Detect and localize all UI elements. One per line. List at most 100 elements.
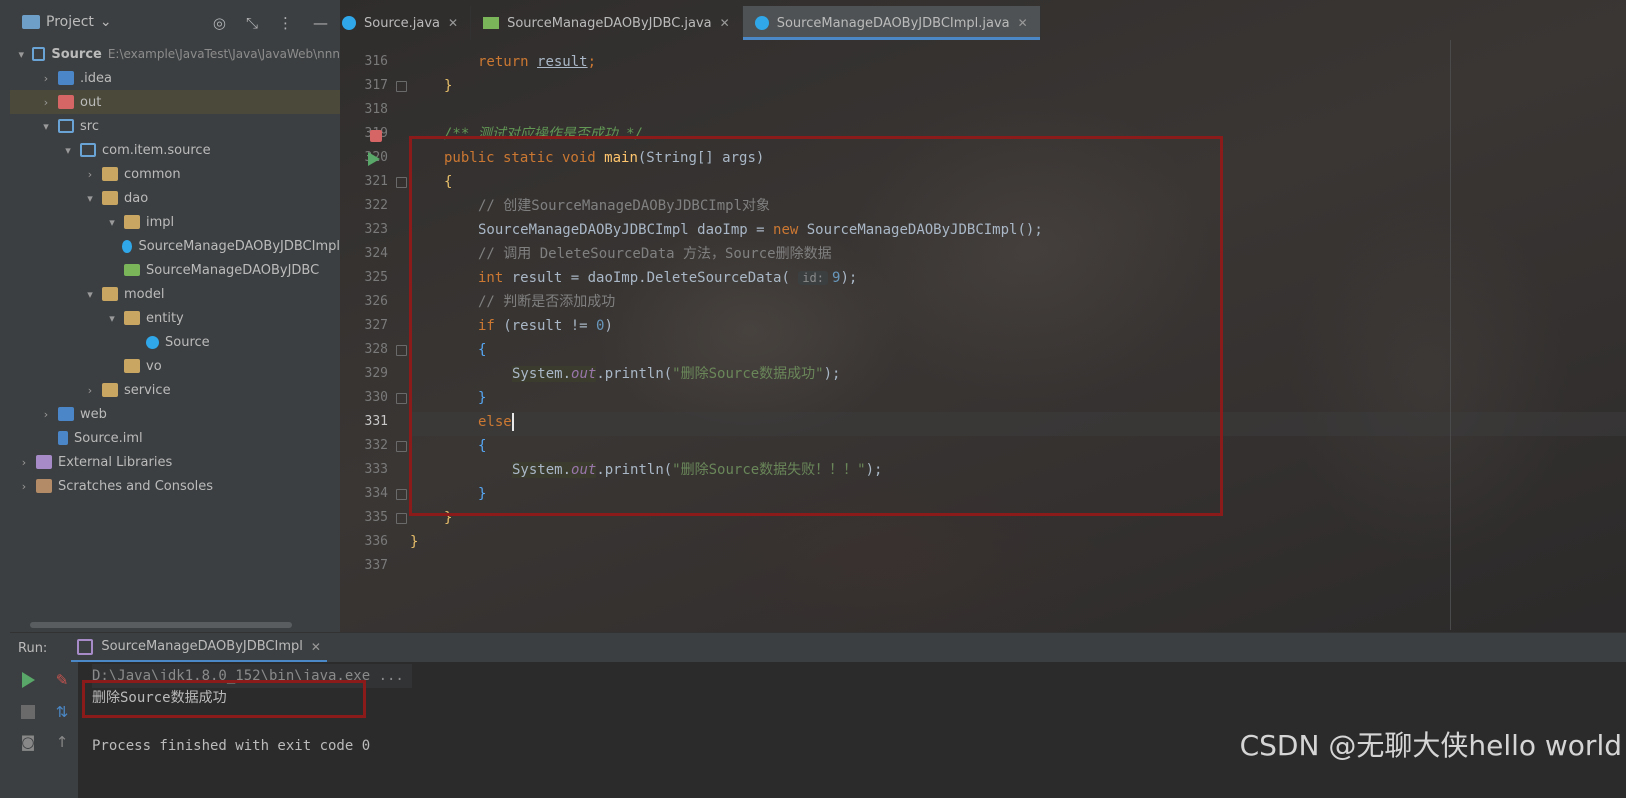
run-tab[interactable]: SourceManageDAOByJDBCImpl ✕ [71,633,327,663]
tree-item[interactable]: Source [10,330,340,354]
class-icon [342,16,356,30]
arrow-up-icon: ↑ [55,733,69,751]
right-margin-guide [1450,40,1451,630]
play-icon [21,672,35,688]
line-number: 322 [364,198,388,213]
fold-marker-icon[interactable] [396,441,407,452]
tree-item-label: src [80,118,99,134]
tree-item[interactable]: › common [10,162,340,186]
chevron-right-icon[interactable]: › [16,480,32,493]
tab-source-java[interactable]: Source.java ✕ [330,6,472,40]
chevron-down-icon[interactable]: ▾ [82,288,98,301]
tree-item[interactable]: ▾ entity [10,306,340,330]
line-number: 318 [364,102,388,117]
tree-item[interactable]: ▾ dao [10,186,340,210]
bookmark-icon[interactable] [370,130,382,142]
chevron-down-icon[interactable]: ▾ [38,120,54,133]
tree-item[interactable]: › External Libraries [10,450,340,474]
tree-item-label: service [124,382,171,398]
tree-item[interactable]: Source.iml [10,426,340,450]
tree-item[interactable]: › service [10,378,340,402]
more-icon[interactable]: ⋮ [278,14,293,32]
editor-gutter: 3163173183193203213223233243253263273283… [330,40,410,630]
chevron-right-icon[interactable]: › [82,168,98,181]
class-icon [121,239,133,253]
line-number: 331 [364,414,388,429]
tree-item[interactable]: SourceManageDAOByJDBC [10,258,340,282]
line-number: 335 [364,510,388,525]
run-tab-label: SourceManageDAOByJDBCImpl [101,639,303,654]
tree-item[interactable]: › out [10,90,340,114]
tab-sourcemanagedaobyjdbc-java[interactable]: SourceManageDAOByJDBC.java ✕ [471,6,743,40]
tree-item-label: entity [146,310,184,326]
tab-label: SourceManageDAOByJDBCImpl.java [776,15,1010,31]
fold-marker-icon[interactable] [396,513,407,524]
close-icon[interactable]: ✕ [1018,16,1028,30]
tree-item-label: out [80,94,102,110]
close-icon[interactable]: ✕ [720,16,730,30]
scroll-up-button[interactable]: ↑ [52,732,72,752]
interface-icon [483,17,500,29]
tree-item[interactable]: SourceManageDAOByJDBCImpl [10,234,340,258]
horizontal-scrollbar[interactable] [30,622,292,628]
edit-config-button[interactable]: ✎ [52,670,72,690]
fold-marker-icon[interactable] [396,489,407,500]
project-panel-header: Project ⌄ ◎ ⤡ ⋮ — [10,0,340,48]
tree-item-label: .idea [80,70,112,86]
chevron-right-icon[interactable]: › [16,456,32,469]
chevron-down-icon[interactable]: ▾ [104,216,120,229]
minimize-icon[interactable]: — [313,14,328,32]
close-icon[interactable]: ✕ [311,640,321,654]
run-gutter-icon[interactable] [368,152,380,166]
fold-marker-icon[interactable] [396,345,407,356]
package-folder-icon [124,311,140,325]
chevron-right-icon[interactable]: › [38,96,54,109]
fold-marker-icon[interactable] [396,177,407,188]
tree-item-label: web [80,406,107,422]
line-number: 329 [364,366,388,381]
fold-marker-icon[interactable] [396,393,407,404]
tree-item[interactable]: ▾ Source E:\example\JavaTest\Java\JavaWeb\… [10,42,341,66]
tree-item[interactable]: ▾ impl [10,210,340,234]
tree-item[interactable]: › .idea [10,66,340,90]
target-icon[interactable]: ◎ [213,14,226,32]
tree-item-label: External Libraries [58,454,173,470]
line-number: 337 [364,558,388,573]
tree-item[interactable]: ▾ src [10,114,340,138]
web-folder-icon [58,407,74,421]
chevron-right-icon[interactable]: › [38,408,54,421]
close-icon[interactable]: ✕ [448,16,458,30]
chevron-right-icon[interactable]: › [82,384,98,397]
tree-item[interactable]: vo [10,354,340,378]
stop-button[interactable] [18,702,38,722]
chevron-down-icon[interactable]: ▾ [104,312,120,325]
tree-item-label: common [124,166,181,182]
highlight-box-main-method [409,136,1223,516]
tree-item[interactable]: › web [10,402,340,426]
chevron-down-icon[interactable]: ▾ [15,48,28,61]
project-view-selector[interactable]: Project ⌄ [22,14,112,30]
fold-marker-icon[interactable] [396,81,407,92]
collapse-icon[interactable]: ⤡ [246,14,258,32]
tree-item[interactable]: ▾ com.item.source [10,138,340,162]
sort-button[interactable]: ⇅ [52,702,72,722]
screenshot-button[interactable]: ◙ [18,732,38,752]
run-config-icon [77,638,94,655]
tab-sourcemanagedaobyjdbcimpl-java[interactable]: SourceManageDAOByJDBCImpl.java ✕ [742,6,1041,40]
chevron-down-icon[interactable]: ▾ [60,144,76,157]
line-number: 334 [364,486,388,501]
chevron-down-icon[interactable]: ▾ [82,192,98,205]
code-line-316: return result; [478,54,597,70]
line-number: 316 [364,54,388,69]
chevron-right-icon[interactable]: › [38,72,54,85]
tree-item[interactable]: ▾ model [10,282,340,306]
editor-tab-bar: Source.java ✕ SourceManageDAOByJDBC.java… [330,6,1626,40]
tree-item[interactable]: › Scratches and Consoles [10,474,340,498]
iml-file-icon [58,431,68,445]
rerun-button[interactable] [18,670,38,690]
tree-item-label: impl [146,214,175,230]
tab-label: Source.java [364,15,441,31]
package-icon [80,143,96,157]
tree-item-label: Scratches and Consoles [58,478,214,494]
line-number: 317 [364,78,388,93]
